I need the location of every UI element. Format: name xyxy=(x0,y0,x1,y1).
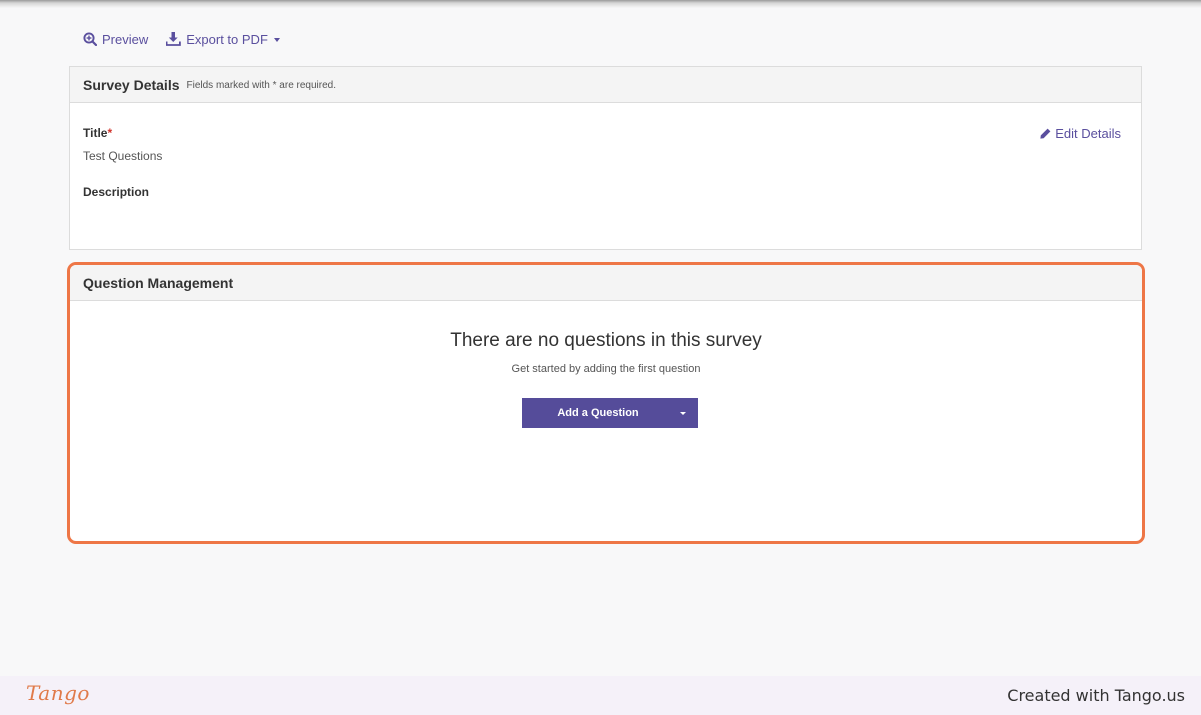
question-management-panel: Question Management There are no questio… xyxy=(67,262,1145,544)
tango-logo: Tango xyxy=(26,681,90,705)
export-pdf-dropdown[interactable]: Export to PDF xyxy=(166,32,280,47)
export-label: Export to PDF xyxy=(186,31,268,47)
app-screen: Preview Export to PDF Survey Details Fie… xyxy=(0,0,1201,676)
caret-down-icon xyxy=(273,37,280,42)
required-star: * xyxy=(107,126,113,140)
preview-link[interactable]: Preview xyxy=(83,32,148,47)
empty-state-title: There are no questions in this survey xyxy=(450,330,762,351)
survey-details-body: Title* Test Questions Description Edit D… xyxy=(70,103,1141,249)
question-management-title: Question Management xyxy=(83,274,234,291)
created-with-text: Created with Tango.us xyxy=(1007,686,1185,705)
add-question-dropdown-toggle[interactable] xyxy=(668,411,698,415)
caret-down-icon xyxy=(680,411,686,415)
description-label: Description xyxy=(83,185,150,199)
zoom-in-icon xyxy=(83,32,97,46)
required-fields-note: Fields marked with * are required. xyxy=(186,80,337,91)
preview-label: Preview xyxy=(102,31,149,47)
question-management-body: There are no questions in this survey Ge… xyxy=(70,301,1142,541)
top-shadow xyxy=(0,0,1201,8)
title-value: Test Questions xyxy=(83,149,163,163)
survey-details-header: Survey Details Fields marked with * are … xyxy=(70,67,1141,103)
title-label-text: Title xyxy=(83,126,108,140)
tango-footer: Tango Created with Tango.us xyxy=(0,676,1201,715)
add-question-label: Add a Question xyxy=(557,407,639,419)
edit-details-link[interactable]: Edit Details xyxy=(1040,126,1121,141)
edit-details-label: Edit Details xyxy=(1055,126,1121,141)
empty-state-subtitle: Get started by adding the first question xyxy=(511,363,701,375)
survey-details-title: Survey Details xyxy=(83,76,180,93)
title-label: Title* xyxy=(83,126,112,140)
question-management-header: Question Management xyxy=(70,265,1142,301)
toolbar: Preview Export to PDF xyxy=(83,30,298,48)
survey-details-panel: Survey Details Fields marked with * are … xyxy=(69,66,1142,250)
pencil-icon xyxy=(1040,128,1051,139)
add-question-button[interactable]: Add a Question xyxy=(522,398,698,428)
download-icon xyxy=(166,32,182,46)
